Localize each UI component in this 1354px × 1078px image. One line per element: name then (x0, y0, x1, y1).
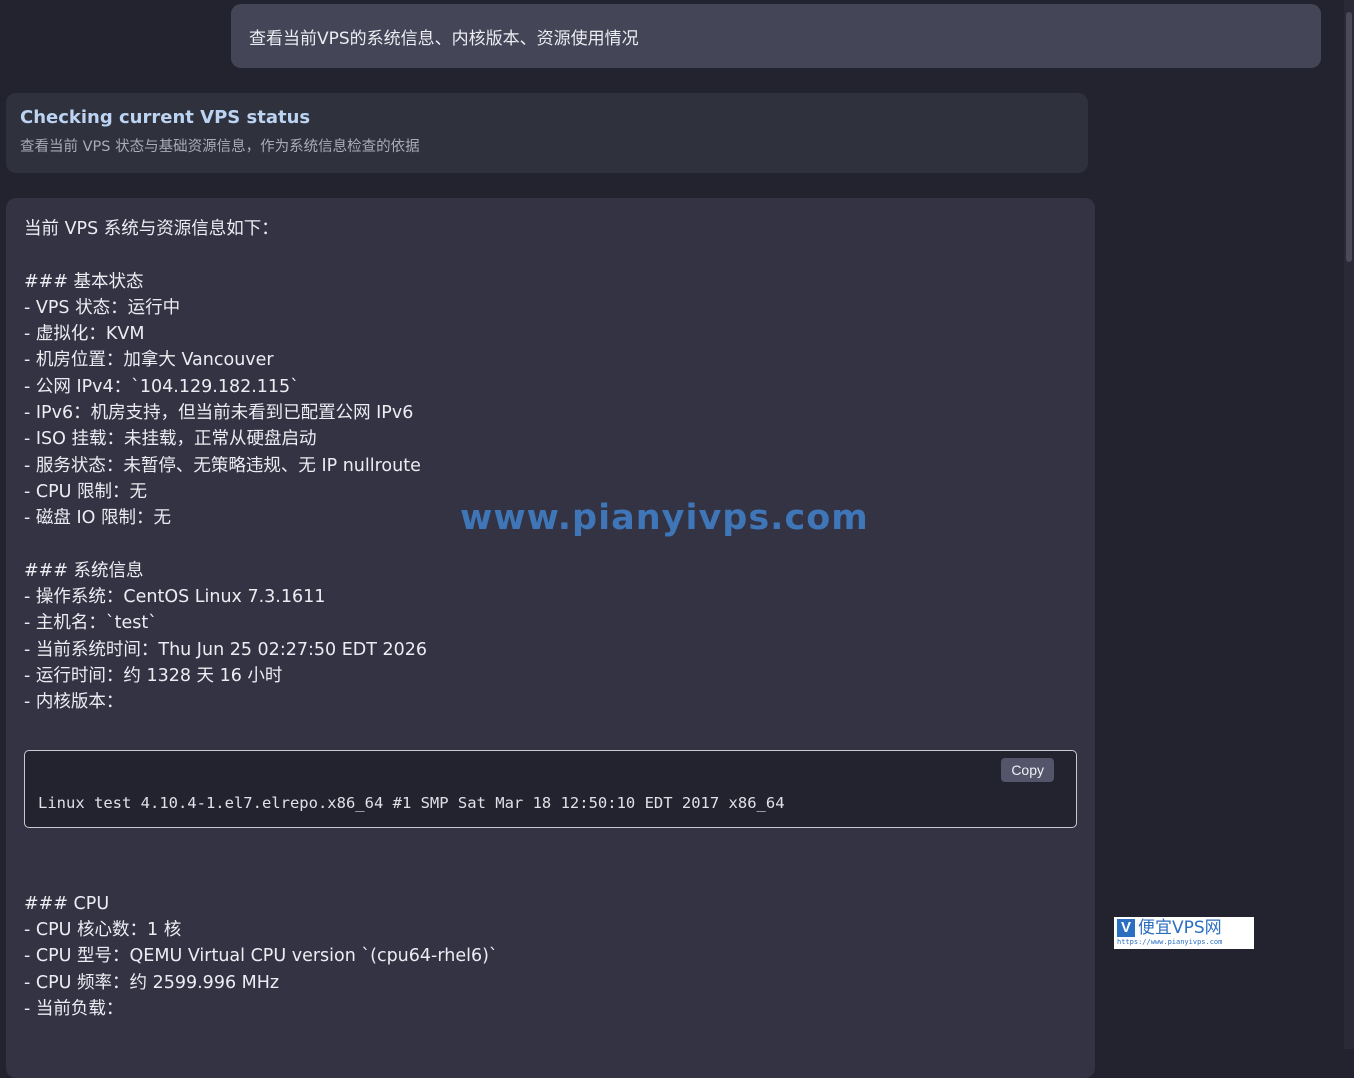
reply-text-before-code: 当前 VPS 系统与资源信息如下： ### 基本状态 - VPS 状态：运行中 - 虚… (24, 216, 1077, 716)
scrollbar[interactable] (1344, 0, 1354, 1049)
watermark-text: www.pianyivps.com (460, 498, 869, 538)
reply-line: 当前 VPS 系统与资源信息如下： (24, 219, 279, 239)
reply-line: - IPv6：机房支持，但当前未看到已配置公网 IPv6 (24, 403, 414, 424)
code-block: Copy Linux test 4.10.4-1.el7.elrepo.x86_… (24, 749, 1077, 828)
reply-line: - ISO 挂载：未挂载，正常从硬盘启动 (24, 429, 317, 450)
reply-line: ### 基本状态 (24, 271, 144, 292)
reply-line: - 虚拟化：KVM (24, 324, 145, 345)
reply-line: - 操作系统：CentOS Linux 7.3.1611 (24, 587, 326, 608)
code-text: Linux test 4.10.4-1.el7.elrepo.x86_64 #1… (38, 793, 785, 812)
logo-url: https://www.pianyivps.com (1117, 938, 1223, 946)
reply-line: - CPU 核心数：1 核 (24, 919, 182, 940)
reply-line: - 机房位置：加拿大 Vancouver (24, 350, 274, 371)
reply-line: - VPS 状态：运行中 (24, 297, 181, 318)
reply-line: - 公网 IPv4：`104.129.182.115` (24, 376, 299, 397)
logo-name: 便宜VPS网 (1138, 918, 1222, 938)
reply-line: - 主机名：`test` (24, 613, 157, 634)
logo-mark-icon: V (1117, 919, 1135, 937)
reply-line: ### 系统信息 (24, 560, 144, 581)
reply-line: - 当前负载： (24, 998, 124, 1019)
reply-line: ### CPU (24, 893, 110, 914)
reply-line: - 服务状态：未暂停、无策略违规、无 IP nullroute (24, 455, 421, 476)
reply-line: - 内核版本： (24, 692, 124, 713)
copy-button[interactable]: Copy (1001, 757, 1054, 782)
user-message-text: 查看当前VPS的系统信息、内核版本、资源使用情况 (249, 28, 639, 49)
site-logo: V 便宜VPS网 https://www.pianyivps.com (1114, 917, 1254, 949)
status-card-subtitle: 查看当前 VPS 状态与基础资源信息，作为系统信息检查的依据 (20, 139, 420, 155)
scrollbar-thumb[interactable] (1346, 12, 1352, 262)
reply-line: - CPU 型号：QEMU Virtual CPU version `(cpu6… (24, 946, 498, 967)
reply-line: - CPU 频率：约 2599.996 MHz (24, 972, 280, 993)
user-message-bubble: 查看当前VPS的系统信息、内核版本、资源使用情况 (231, 4, 1321, 68)
status-card-title: Checking current VPS status (20, 107, 311, 128)
status-card[interactable]: Checking current VPS status 查看当前 VPS 状态与… (6, 93, 1088, 173)
reply-line: - 当前系统时间：Thu Jun 25 02:27:50 EDT 2026 (24, 639, 428, 660)
reply-text-after-code: ### CPU - CPU 核心数：1 核 - CPU 型号：QEMU Virtua… (24, 891, 1077, 1022)
assistant-reply: 当前 VPS 系统与资源信息如下： ### 基本状态 - VPS 状态：运行中 - 虚… (6, 198, 1095, 1078)
reply-line: - 运行时间：约 1328 天 16 小时 (24, 666, 283, 687)
